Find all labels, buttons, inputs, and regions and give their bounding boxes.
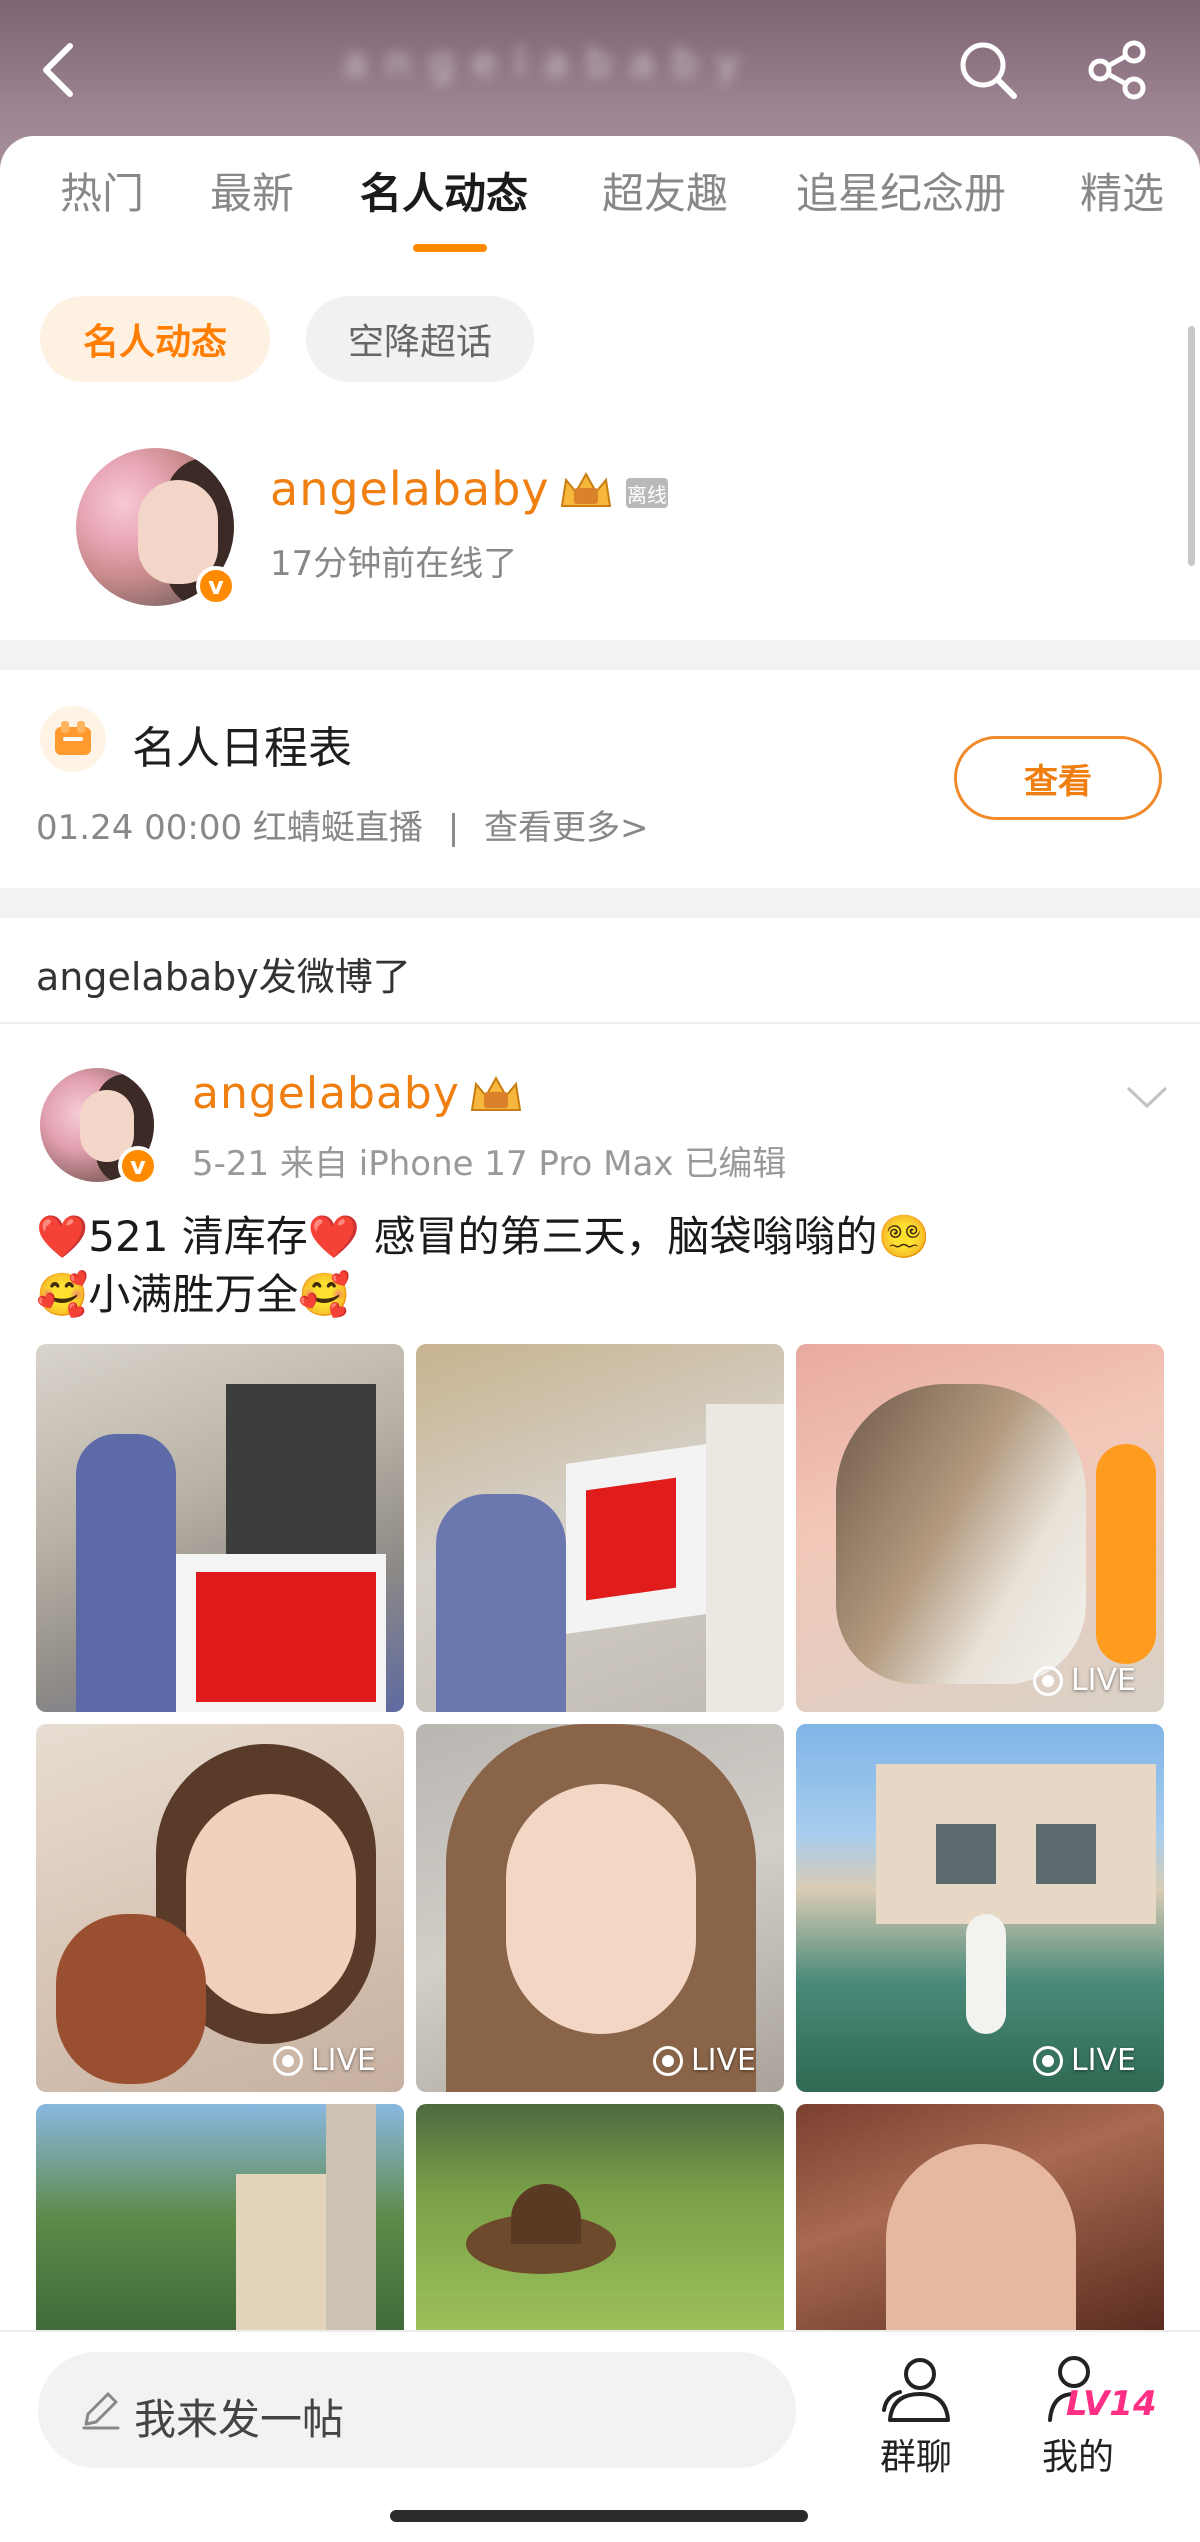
live-icon — [272, 2045, 303, 2076]
live-badge: LIVE — [272, 2043, 376, 2078]
tab-latest[interactable]: 最新 — [210, 160, 294, 221]
active-tab-indicator — [413, 244, 487, 252]
schedule-separator: | — [447, 808, 460, 848]
crown-icon — [470, 1075, 522, 1111]
divider-line — [0, 1022, 1200, 1024]
back-button[interactable] — [20, 30, 100, 110]
post-photo[interactable] — [416, 1344, 784, 1712]
tab-hot[interactable]: 热门 — [60, 160, 144, 221]
home-indicator[interactable] — [390, 2510, 808, 2522]
live-label: LIVE — [1070, 2043, 1136, 2078]
post-author-name[interactable]: angelababy — [192, 1068, 460, 1119]
offline-tag: 离线 — [626, 478, 668, 508]
tab-celebrity-updates[interactable]: 名人动态 — [360, 160, 528, 221]
group-chat-label[interactable]: 群聊 — [880, 2428, 952, 2480]
mine-label[interactable]: 我的 — [1042, 2428, 1114, 2480]
post-photo[interactable]: LIVE — [796, 1724, 1164, 2092]
schedule-info: 01.24 00:00 红蜻蜓直播 | 查看更多> — [36, 800, 649, 849]
scrollbar[interactable] — [1188, 326, 1195, 566]
live-label: LIVE — [690, 2043, 756, 2078]
tab-fan-album[interactable]: 追星纪念册 — [796, 160, 1006, 221]
verified-badge-icon: v — [196, 566, 236, 606]
schedule-icon — [40, 706, 106, 772]
schedule-title: 名人日程表 — [132, 723, 352, 774]
schedule-event: 01.24 00:00 红蜻蜓直播 — [36, 808, 423, 848]
crown-icon — [560, 471, 612, 507]
chip-airdrop-topic[interactable]: 空降超话 — [306, 296, 534, 382]
chevron-down-icon[interactable] — [1122, 1082, 1172, 1112]
celebrity-name-text: angelababy — [270, 462, 550, 516]
live-icon — [1032, 2045, 1063, 2076]
chevron-left-icon — [43, 43, 73, 97]
header-title: angelababy — [342, 40, 758, 86]
live-badge: LIVE — [1032, 1663, 1136, 1698]
share-icon — [1088, 40, 1146, 100]
schedule-more-link[interactable]: 查看更多> — [484, 808, 649, 848]
verified-badge-icon: v — [118, 1146, 158, 1186]
post-photo[interactable]: LIVE — [796, 1344, 1164, 1712]
post-photo[interactable] — [36, 2104, 404, 2330]
section-header: angelababy发微博了 — [36, 955, 411, 999]
group-chat-icon — [882, 2358, 950, 2422]
live-badge: LIVE — [652, 2043, 756, 2078]
post-text: ❤️521 清库存❤️ 感冒的第三天，脑袋嗡嗡的😵‍💫 🥰小满胜万全🥰 — [36, 1208, 930, 1324]
chip-celebrity-updates[interactable]: 名人动态 — [40, 296, 270, 382]
post-text-line: ❤️521 清库存❤️ 感冒的第三天，脑袋嗡嗡的😵‍💫 — [36, 1212, 930, 1261]
post-text-line: 🥰小满胜万全🥰 — [36, 1270, 351, 1319]
ticket-icon — [55, 721, 91, 755]
share-button[interactable] — [1078, 30, 1158, 110]
group-chat-button[interactable] — [876, 2350, 956, 2436]
level-badge: LV14 — [1066, 2384, 1157, 2424]
post-meta: 5-21 来自 iPhone 17 Pro Max 已编辑 — [192, 1144, 787, 1184]
post-photo[interactable] — [796, 2104, 1164, 2330]
pencil-icon — [82, 2392, 120, 2430]
search-icon — [960, 42, 1017, 99]
search-button[interactable] — [948, 30, 1028, 110]
live-label: LIVE — [1070, 1663, 1136, 1698]
post-photo[interactable] — [416, 2104, 784, 2330]
live-icon — [1032, 1665, 1063, 1696]
post-photo[interactable] — [36, 1344, 404, 1712]
live-icon — [652, 2045, 683, 2076]
post-photo[interactable]: LIVE — [416, 1724, 784, 2092]
tab-featured[interactable]: 精选 — [1080, 160, 1164, 221]
celebrity-status: 17分钟前在线了 — [270, 544, 518, 584]
tab-bar: 热门 最新 名人动态 超友趣 追星纪念册 精选 — [0, 160, 1200, 240]
post-photo[interactable]: LIVE — [36, 1724, 404, 2092]
section-divider — [0, 640, 1200, 670]
section-divider — [0, 888, 1200, 918]
view-schedule-button[interactable]: 查看 — [954, 736, 1162, 820]
live-badge: LIVE — [1032, 2043, 1136, 2078]
compose-placeholder[interactable]: 我来发一帖 — [134, 2386, 344, 2447]
tab-super-fun[interactable]: 超友趣 — [602, 160, 728, 221]
live-label: LIVE — [310, 2043, 376, 2078]
celebrity-name[interactable]: angelababy — [270, 462, 550, 516]
